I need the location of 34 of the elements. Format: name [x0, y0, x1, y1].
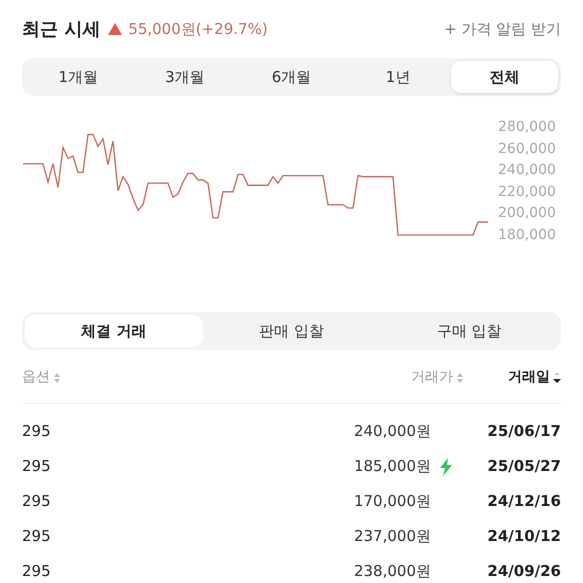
y-axis-label: 220,000 — [498, 184, 556, 199]
option-cell: 295 — [22, 562, 51, 581]
date-cell-text: 24/12/16 — [486, 492, 561, 511]
price-cell: 237,000원 — [354, 527, 431, 546]
period-tab[interactable]: 3개월 — [132, 61, 238, 93]
option-cell: 295 — [22, 422, 51, 441]
y-axis-label: 240,000 — [498, 163, 556, 178]
y-axis-label: 260,000 — [498, 142, 556, 156]
y-axis-label: 280,000 — [498, 120, 556, 134]
date-cell-text: 24/09/26 — [486, 562, 561, 581]
trade-tab[interactable]: 판매 입찰 — [202, 315, 380, 347]
period-tab[interactable]: 1개월 — [25, 61, 132, 93]
option-cell: 295 — [22, 457, 51, 476]
option-cell: 295 — [22, 492, 51, 511]
option-cell: 295 — [22, 527, 51, 546]
date-cell-text: 24/10/12 — [486, 527, 561, 546]
price-cell: 185,000원 — [354, 457, 431, 476]
price-cell: 240,000원 — [354, 422, 431, 441]
price-change: 55,000원(+29.7%) — [128, 18, 268, 40]
trade-tab[interactable]: 구매 입찰 — [380, 315, 558, 347]
period-tab[interactable]: 1년 — [344, 61, 452, 93]
y-axis-label: 180,000 — [498, 228, 556, 242]
column-header[interactable]: 거래일 — [508, 367, 561, 388]
period-tab[interactable]: 전체 — [451, 61, 558, 93]
up-triangle-icon — [108, 23, 122, 35]
date-cell-text: 25/05/27 — [486, 457, 561, 476]
date-cell-text: 25/06/17 — [486, 422, 561, 441]
price-cell: 170,000원 — [354, 492, 431, 511]
price-alert-link[interactable]: + 가격 알림 받기 — [444, 18, 561, 40]
price-cell: 238,000원 — [354, 562, 431, 581]
y-axis-label: 200,000 — [498, 206, 556, 220]
period-tab[interactable]: 6개월 — [238, 61, 345, 93]
trade-tab[interactable]: 체결 거래 — [25, 315, 203, 347]
section-title: 최근 시세 — [22, 18, 100, 42]
